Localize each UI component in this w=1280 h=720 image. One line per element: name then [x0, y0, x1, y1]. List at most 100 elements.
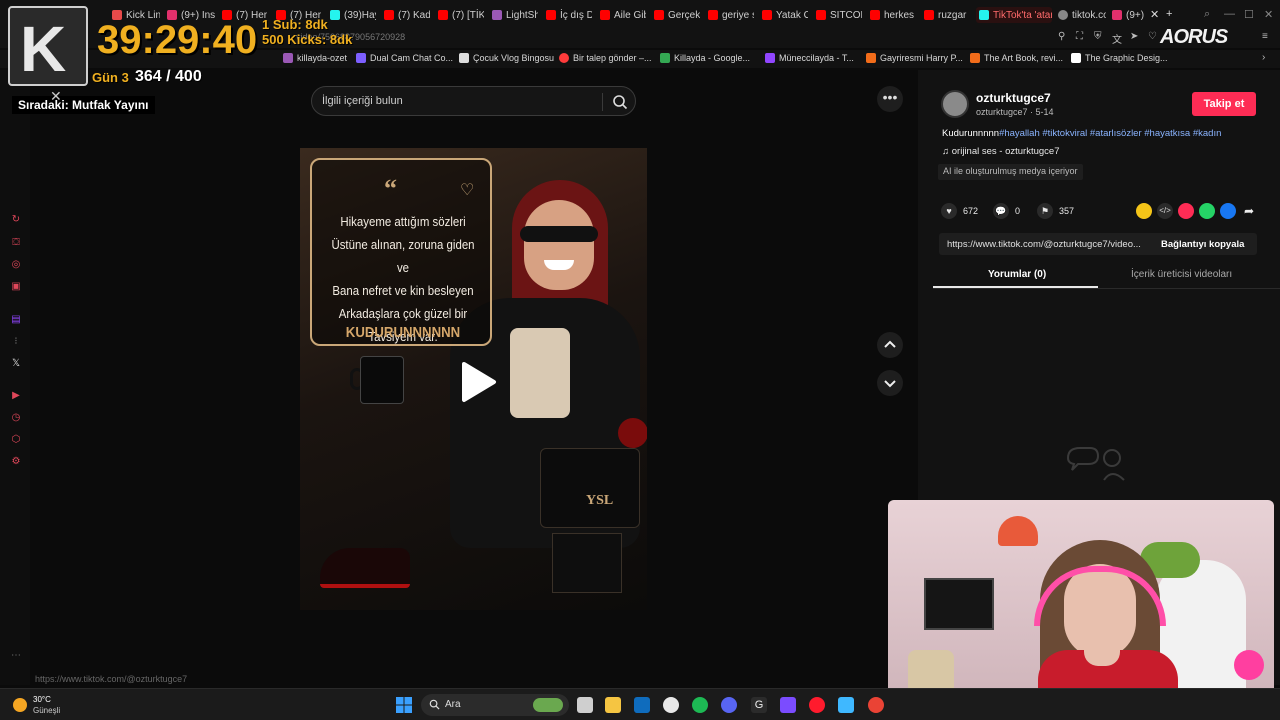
send-icon[interactable] [1178, 203, 1194, 219]
facebook-icon[interactable] [1220, 203, 1236, 219]
search-tabs-icon[interactable]: ⌕ [1204, 8, 1210, 21]
bookmark-item[interactable]: Dual Cam Chat Co... [356, 53, 453, 63]
browser-tab[interactable]: SITCOM [816, 7, 862, 23]
grid-app-icon[interactable] [780, 697, 796, 713]
heart-icon[interactable]: ♡ [1148, 31, 1157, 42]
notepad-icon[interactable] [838, 697, 854, 713]
browser-tab[interactable]: (7) [TİK [438, 7, 484, 23]
comment-button[interactable]: 💬 0 [993, 203, 1020, 219]
tab-creator-videos[interactable]: İçerik üreticisi videoları [1131, 269, 1232, 280]
video-url[interactable]: https://www.tiktok.com/@ozturktugce7/vid… [947, 239, 1141, 250]
whatsapp-icon[interactable] [1199, 203, 1215, 219]
bookmark-item[interactable]: The Art Book, revi... [970, 53, 1063, 63]
video-frame-art [360, 356, 404, 404]
screenshot-icon[interactable]: ⛶ [1076, 31, 1083, 42]
close-tab-icon[interactable]: ✕ [1150, 8, 1159, 21]
close-icon[interactable]: ✕ [50, 88, 62, 105]
menu-icon[interactable]: ≡ [1262, 31, 1268, 42]
browser-tab[interactable]: ruzgar [924, 7, 970, 23]
music-icon[interactable]: ▣ [10, 281, 22, 293]
pin-icon[interactable]: ⚲ [1058, 31, 1065, 42]
copy-link-button[interactable]: Bağlantıyı kopyala [1161, 239, 1244, 250]
creator-username[interactable]: ozturktugce7 [976, 91, 1051, 105]
cube-icon[interactable]: ⬡ [10, 434, 22, 446]
save-button[interactable]: ⚑ 357 [1037, 203, 1074, 219]
like-button[interactable]: ♥ 672 [941, 203, 978, 219]
x-icon[interactable]: 𝕏 [10, 358, 22, 370]
video-player[interactable]: YSL “ ♡ Hikayeme attığım sözleri Üstüne … [300, 148, 647, 610]
embed-icon[interactable]: </> [1157, 203, 1173, 219]
opera-gx-icon[interactable] [809, 697, 825, 713]
app-g-icon[interactable]: G [751, 697, 767, 713]
sound-row[interactable]: ♫ orijinal ses - ozturktugce7 [942, 146, 1059, 157]
empty-comments-icon [1066, 447, 1125, 481]
search-icon[interactable] [612, 94, 628, 110]
browser-tab[interactable]: İç dış D [546, 7, 592, 23]
file-explorer-icon[interactable] [605, 697, 621, 713]
discord-icon[interactable] [721, 697, 737, 713]
search-input[interactable]: İlgili içeriği bulun [311, 86, 636, 116]
more-options-icon[interactable]: ••• [877, 86, 903, 112]
bag-icon[interactable]: ⛋ [10, 237, 22, 249]
bookmark-item[interactable]: Gayriresmi Harry P... [866, 53, 963, 63]
bookmark-favicon-icon [970, 53, 980, 63]
browser-tab[interactable]: tiktok.co [1058, 7, 1106, 23]
bookmark-favicon-icon [459, 53, 469, 63]
maximize-icon[interactable]: ☐ [1244, 8, 1254, 21]
weather-description[interactable]: Güneşli [33, 706, 60, 715]
tab-divider [933, 288, 1280, 289]
bookmark-item[interactable]: Çocuk Vlog Bingosu [459, 53, 554, 63]
next-video-button[interactable] [877, 370, 903, 396]
sun-icon[interactable] [13, 698, 27, 712]
bookmark-item[interactable]: killayda-ozet [283, 53, 347, 63]
chatgpt-icon[interactable] [663, 697, 679, 713]
browser-tab[interactable]: (39)Hay [330, 7, 376, 23]
outlook-icon[interactable] [634, 697, 650, 713]
bookmark-item[interactable]: Müneccilayda - T... [765, 53, 854, 63]
minimize-icon[interactable]: — [1224, 8, 1235, 20]
instagram-icon[interactable]: ◎ [10, 259, 22, 271]
taskbar-search[interactable]: Ara [421, 694, 569, 716]
bookmark-item[interactable]: Killayda - Google... [660, 53, 750, 63]
shield-icon[interactable]: ⛨ [1094, 31, 1102, 42]
settings-icon[interactable]: ⚙ [10, 456, 22, 468]
send-icon[interactable]: ➤ [1130, 31, 1138, 42]
refresh-icon[interactable]: ↻ [10, 214, 22, 226]
more-icon[interactable]: ⋯ [10, 650, 22, 662]
tab-label: (7) Kad [398, 9, 430, 21]
close-window-icon[interactable]: ✕ [1264, 8, 1273, 21]
translate-icon[interactable]: 文 [1112, 31, 1122, 46]
browser-tab[interactable]: Gerçek [654, 7, 700, 23]
tab-comments[interactable]: Yorumlar (0) [988, 269, 1046, 280]
browser-tab[interactable]: Yatak O [762, 7, 808, 23]
ai-content-label: AI ile oluşturulmuş medya içeriyor [938, 164, 1083, 180]
spotify-icon[interactable] [692, 697, 708, 713]
bookmark-label: Dual Cam Chat Co... [370, 53, 454, 63]
windows-start-icon[interactable] [396, 697, 412, 713]
browser-tab[interactable]: (7) Kad [384, 7, 430, 23]
browser-tab-active[interactable]: TikTok'ta 'atan [976, 7, 1052, 23]
caption-hashtags[interactable]: #hayallah #tiktokviral #atarlısözler #ha… [999, 128, 1221, 139]
play-icon[interactable]: ▶ [10, 390, 22, 402]
share-arrow-icon[interactable]: ➦ [1241, 203, 1257, 219]
weather-temperature[interactable]: 30°C [33, 695, 51, 704]
bookmark-item[interactable]: The Graphic Desig... [1071, 53, 1168, 63]
previous-video-button[interactable] [877, 332, 903, 358]
bookmark-item[interactable]: Bir talep gönder –... [559, 53, 652, 63]
browser-tab[interactable]: Aile Gib [600, 7, 646, 23]
chevron-right-icon[interactable]: › [1262, 52, 1265, 63]
history-icon[interactable]: ◷ [10, 412, 22, 424]
browser-tab[interactable]: LightSh [492, 7, 538, 23]
chrome-icon[interactable] [868, 697, 884, 713]
new-tab-icon[interactable]: + [1166, 8, 1172, 20]
browser-tab[interactable]: herkes [870, 7, 916, 23]
follow-button[interactable]: Takip et [1192, 92, 1256, 116]
browser-tab[interactable]: (9+) [1112, 7, 1146, 23]
tab-favicon-icon [654, 10, 664, 20]
coin-icon[interactable] [1136, 203, 1152, 219]
task-view-icon[interactable] [577, 697, 593, 713]
avatar[interactable] [941, 90, 969, 118]
play-icon[interactable] [458, 360, 498, 404]
browser-tab[interactable]: geriye s [708, 7, 754, 23]
twitch-icon[interactable]: ▤ [10, 314, 22, 326]
